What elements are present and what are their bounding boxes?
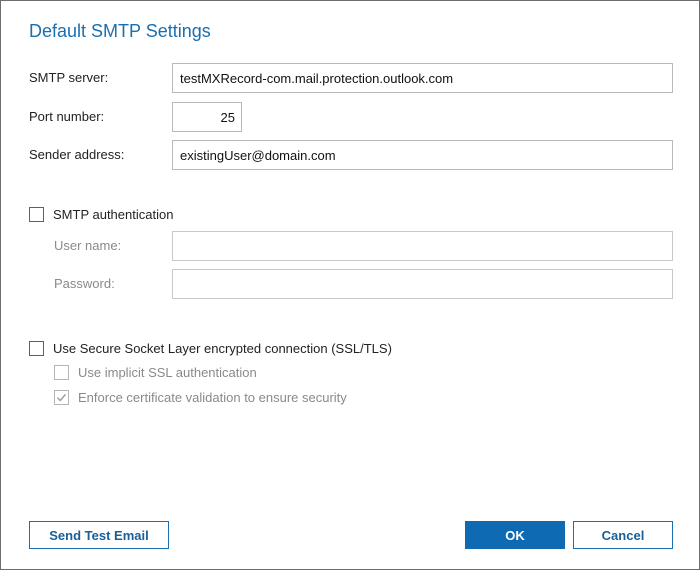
username-input[interactable] bbox=[172, 231, 673, 261]
port-number-label: Port number: bbox=[29, 109, 105, 124]
port-number-input[interactable] bbox=[172, 102, 242, 132]
smtp-authentication-row[interactable]: SMTP authentication bbox=[29, 207, 173, 222]
password-input[interactable] bbox=[172, 269, 673, 299]
ok-button[interactable]: OK bbox=[465, 521, 565, 549]
implicit-ssl-checkbox[interactable] bbox=[54, 365, 69, 380]
enforce-cert-row[interactable]: Enforce certificate validation to ensure… bbox=[54, 390, 347, 405]
username-label: User name: bbox=[54, 238, 122, 253]
smtp-authentication-label: SMTP authentication bbox=[53, 207, 174, 222]
checkmark-icon bbox=[57, 393, 67, 402]
enforce-cert-checkbox[interactable] bbox=[54, 390, 69, 405]
smtp-server-label: SMTP server: bbox=[29, 70, 109, 85]
ssl-label: Use Secure Socket Layer encrypted connec… bbox=[53, 341, 392, 356]
smtp-server-input[interactable] bbox=[172, 63, 673, 93]
smtp-settings-dialog: Default SMTP Settings SMTP server: Port … bbox=[0, 0, 700, 570]
password-label: Password: bbox=[54, 276, 115, 291]
implicit-ssl-label: Use implicit SSL authentication bbox=[78, 365, 257, 380]
implicit-ssl-row[interactable]: Use implicit SSL authentication bbox=[54, 365, 257, 380]
dialog-title: Default SMTP Settings bbox=[29, 21, 211, 41]
cancel-button[interactable]: Cancel bbox=[573, 521, 673, 549]
ssl-checkbox[interactable] bbox=[29, 341, 44, 356]
sender-address-input[interactable] bbox=[172, 140, 673, 170]
send-test-email-button[interactable]: Send Test Email bbox=[29, 521, 169, 549]
smtp-authentication-checkbox[interactable] bbox=[29, 207, 44, 222]
ssl-row[interactable]: Use Secure Socket Layer encrypted connec… bbox=[29, 341, 392, 356]
sender-address-label: Sender address: bbox=[29, 147, 125, 162]
enforce-cert-label: Enforce certificate validation to ensure… bbox=[78, 390, 347, 405]
